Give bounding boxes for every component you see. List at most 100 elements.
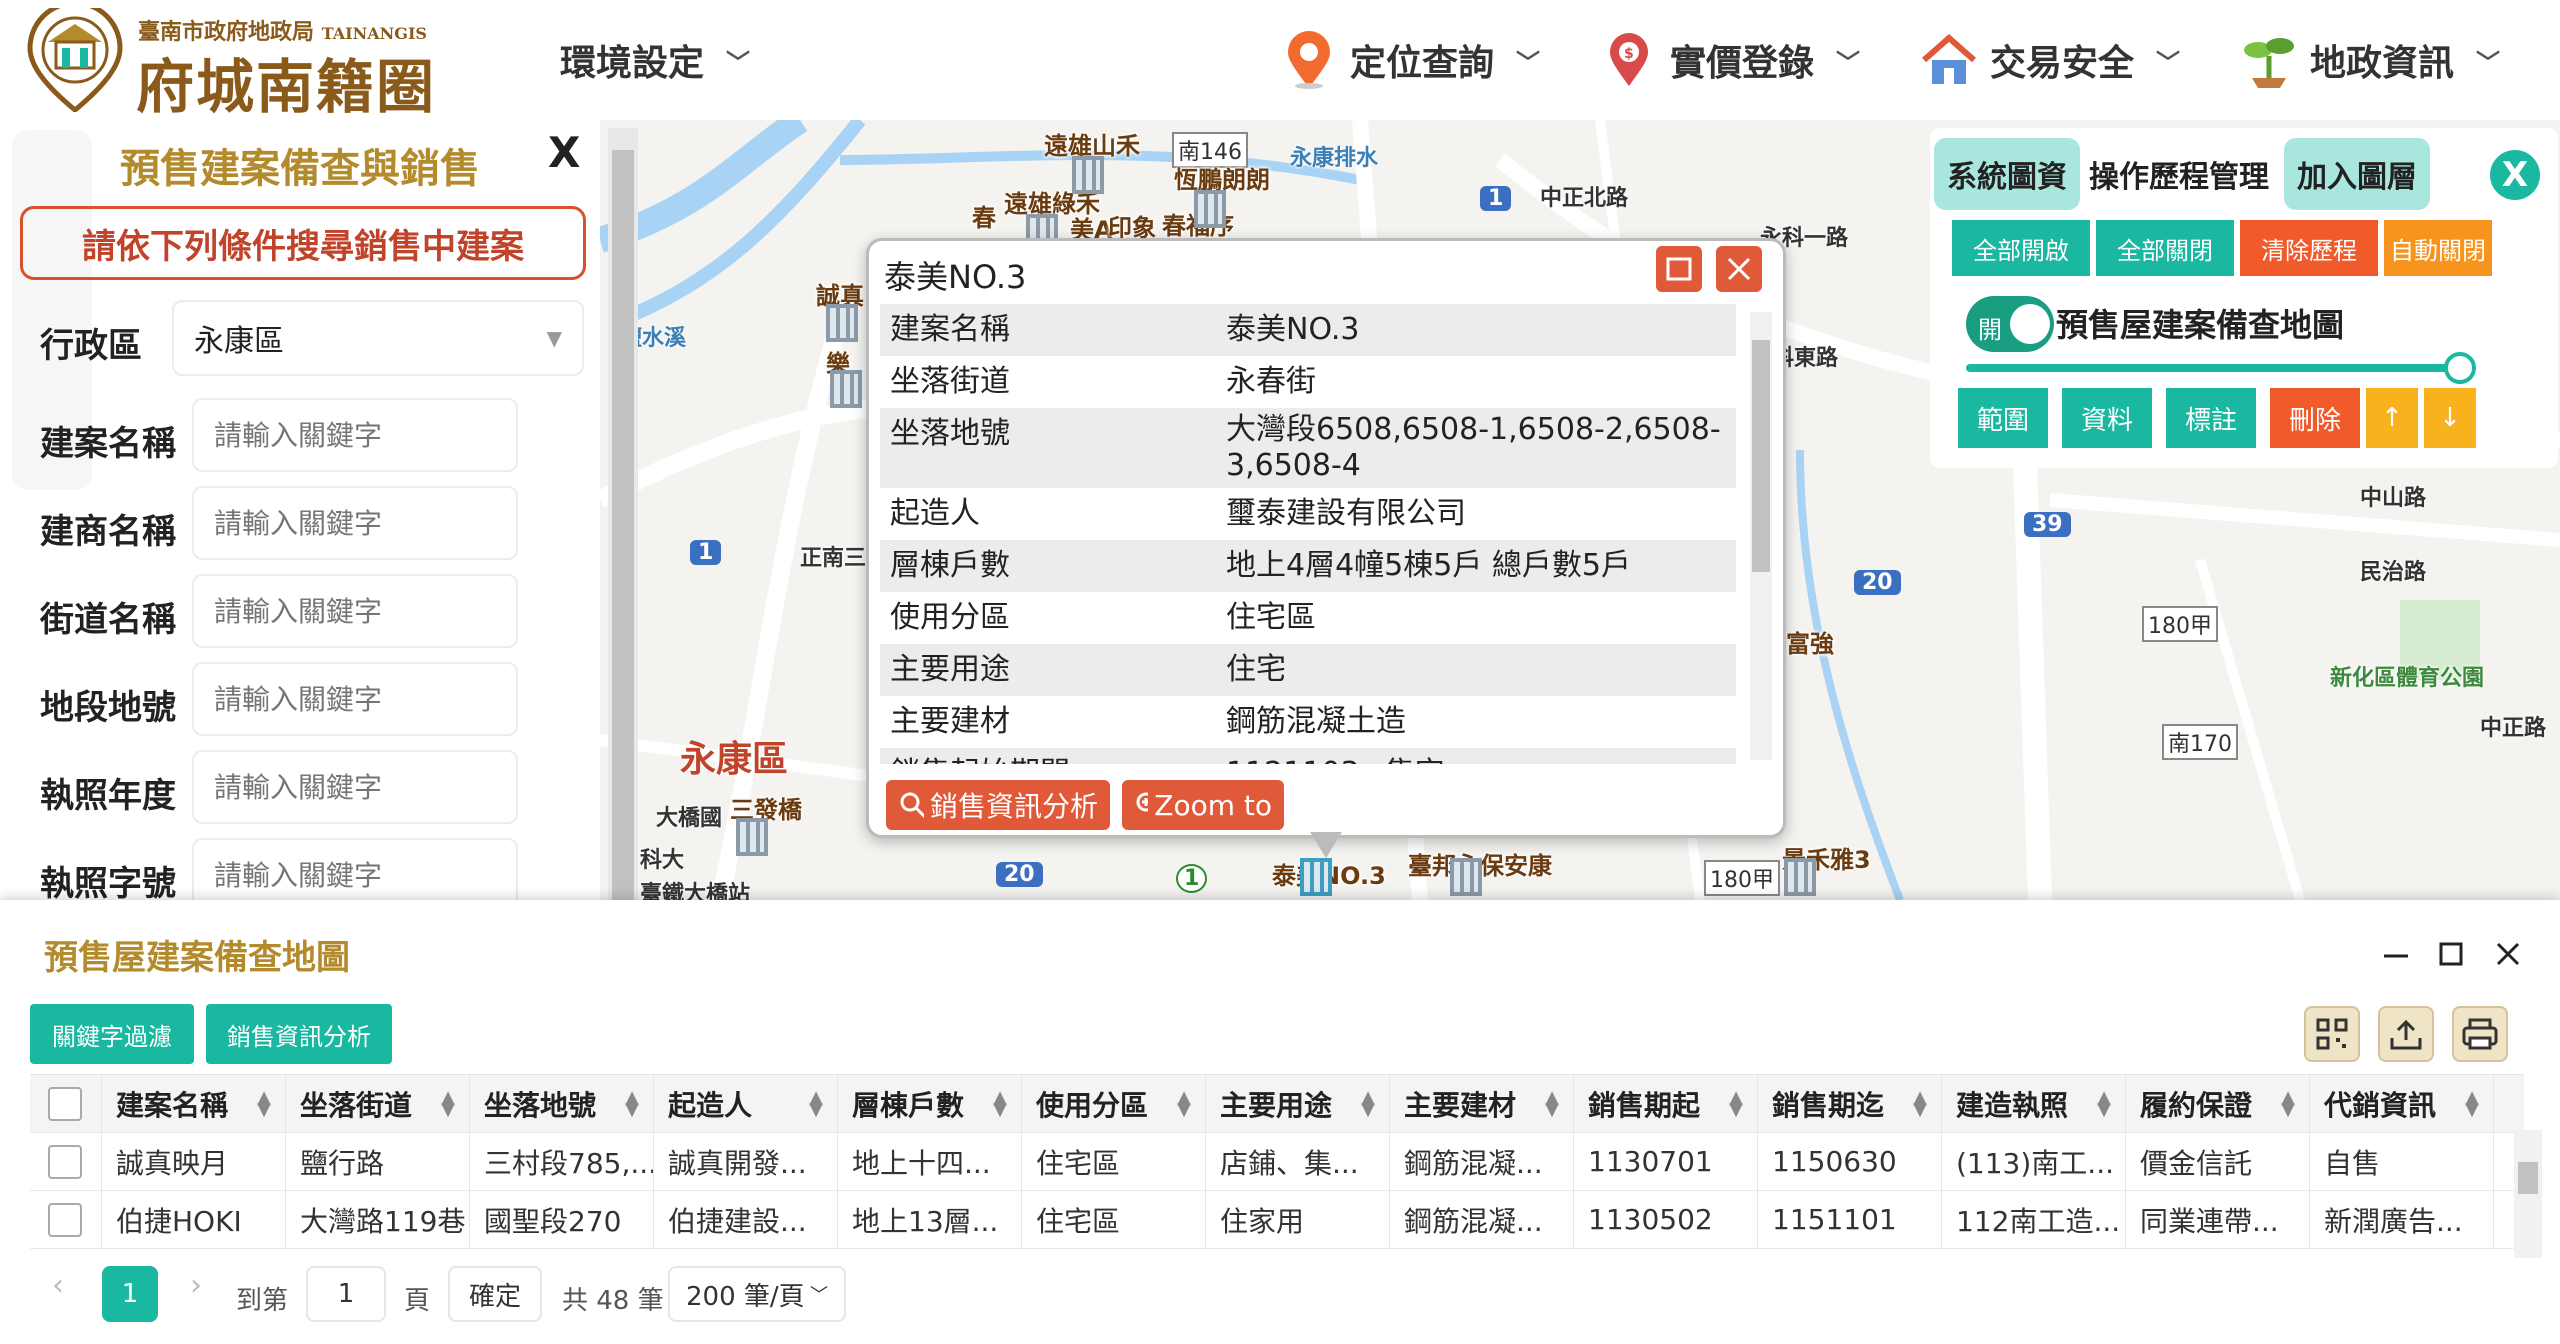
- page-size-select[interactable]: 200 筆/頁 ﹀: [668, 1266, 846, 1322]
- row-checkbox-cell[interactable]: [30, 1132, 102, 1191]
- sort-icon[interactable]: ▲ ▼: [625, 1088, 639, 1118]
- keyword-filter-button[interactable]: 關鍵字過濾: [30, 1004, 194, 1064]
- goto-confirm-button[interactable]: 確定: [448, 1266, 542, 1322]
- sales-analysis-button[interactable]: 銷售資訊分析: [206, 1004, 392, 1064]
- row-checkbox[interactable]: [48, 1202, 82, 1237]
- maximize-icon[interactable]: [2432, 934, 2472, 974]
- column-header[interactable]: 坐落街道 ▲ ▼: [286, 1074, 470, 1133]
- license-year-input[interactable]: [192, 750, 518, 824]
- column-header[interactable]: 使用分區 ▲ ▼: [1022, 1074, 1206, 1133]
- select-all-checkbox[interactable]: [48, 1086, 82, 1121]
- layer-extent-button[interactable]: 範圍: [1958, 388, 2048, 448]
- row-checkbox-cell[interactable]: [30, 1190, 102, 1249]
- export-button[interactable]: [2378, 1006, 2434, 1062]
- row-checkbox[interactable]: [48, 1144, 82, 1179]
- column-header[interactable]: 履約保證 ▲ ▼: [2126, 1074, 2310, 1133]
- sort-icon[interactable]: ▲ ▼: [1913, 1088, 1927, 1118]
- tab-add-layer[interactable]: 加入圖層: [2284, 138, 2430, 210]
- next-page-button[interactable]: ›: [190, 1268, 202, 1303]
- column-header[interactable]: 建案名稱 ▲ ▼: [102, 1074, 286, 1133]
- toggle-knob[interactable]: [2010, 304, 2050, 344]
- sort-icon[interactable]: ▲ ▼: [257, 1088, 271, 1118]
- popup-close-button[interactable]: [1716, 246, 1762, 292]
- sort-icon[interactable]: ▲ ▼: [2281, 1088, 2295, 1118]
- street-name-input[interactable]: [192, 574, 518, 648]
- building-marker-icon[interactable]: [1294, 854, 1338, 898]
- column-header[interactable]: 建造執照 ▲ ▼: [1942, 1074, 2126, 1133]
- column-header[interactable]: 起造人 ▲ ▼: [654, 1074, 838, 1133]
- search-panel-close-button[interactable]: X: [548, 128, 580, 177]
- tab-system-layers[interactable]: 系統圖資: [1934, 138, 2080, 210]
- column-header[interactable]: 坐落地號 ▲ ▼: [470, 1074, 654, 1133]
- building-marker-icon[interactable]: [820, 300, 864, 344]
- building-marker-icon[interactable]: [730, 814, 774, 858]
- building-marker-icon[interactable]: [1066, 152, 1110, 196]
- popup-zoom-to-button[interactable]: Zoom to: [1122, 780, 1284, 830]
- popup-sales-analysis-button[interactable]: 銷售資訊分析: [886, 780, 1110, 830]
- close-icon[interactable]: [2488, 934, 2528, 974]
- layer-delete-button[interactable]: 刪除: [2270, 388, 2360, 448]
- project-name-input[interactable]: [192, 398, 518, 472]
- clear-history-button[interactable]: 清除歷程: [2240, 220, 2378, 276]
- opacity-slider[interactable]: [1966, 364, 2464, 372]
- nav-environment[interactable]: 環境設定 ﹀: [560, 30, 750, 90]
- land-number-input[interactable]: [192, 662, 518, 736]
- nav-land-info[interactable]: 地政資訊 ﹀: [2240, 30, 2500, 90]
- scrollbar-thumb[interactable]: [612, 150, 634, 900]
- goto-page-input[interactable]: 1: [306, 1266, 386, 1322]
- building-marker-icon[interactable]: [1444, 854, 1488, 898]
- minimize-icon[interactable]: [2376, 934, 2416, 974]
- column-header[interactable]: 代銷資訊 ▲ ▼: [2310, 1074, 2494, 1133]
- column-header-label: 坐落地號: [484, 1088, 597, 1122]
- page-button-current[interactable]: 1: [102, 1266, 158, 1322]
- close-all-button[interactable]: 全部關閉: [2096, 220, 2234, 276]
- layer-move-up-button[interactable]: ↑: [2366, 388, 2418, 448]
- table-row[interactable]: 誠真映月 鹽行路 三村段785,... 誠真開發... 地上十四... 住宅區 …: [30, 1132, 2524, 1191]
- sort-icon[interactable]: ▲ ▼: [2097, 1088, 2111, 1118]
- building-label[interactable]: 春: [972, 198, 996, 233]
- tab-history[interactable]: 操作歷程管理: [2086, 138, 2272, 210]
- popup-zoom-to-label: Zoom to: [1154, 788, 1272, 822]
- attribute-key: 主要建材: [890, 704, 1010, 739]
- building-marker-icon[interactable]: [1188, 186, 1232, 230]
- select-all-checkbox-cell[interactable]: [30, 1074, 102, 1133]
- building-marker-icon[interactable]: [1778, 854, 1822, 898]
- layer-label-button[interactable]: 標註: [2166, 388, 2256, 448]
- scrollbar-thumb[interactable]: [1752, 340, 1770, 572]
- map-label-road: 中正路: [2480, 716, 2547, 741]
- opacity-slider-handle[interactable]: [2444, 352, 2476, 384]
- column-header[interactable]: 銷售期迄 ▲ ▼: [1758, 1074, 1942, 1133]
- sort-icon[interactable]: ▲ ▼: [993, 1088, 1007, 1118]
- auto-close-button[interactable]: 自動關閉: [2384, 220, 2492, 276]
- layer-move-down-button[interactable]: ↓: [2424, 388, 2476, 448]
- building-label[interactable]: 富強: [1786, 624, 1834, 659]
- builder-name-input[interactable]: [192, 486, 518, 560]
- sort-icon[interactable]: ▲ ▼: [809, 1088, 823, 1118]
- sort-icon[interactable]: ▲ ▼: [1361, 1088, 1375, 1118]
- column-header[interactable]: 主要建材 ▲ ▼: [1390, 1074, 1574, 1133]
- sort-icon[interactable]: ▲ ▼: [441, 1088, 455, 1118]
- qr-code-button[interactable]: [2304, 1006, 2360, 1062]
- sort-icon[interactable]: ▲ ▼: [1729, 1088, 1743, 1118]
- prev-page-button[interactable]: ‹: [52, 1268, 64, 1303]
- print-button[interactable]: [2452, 1006, 2508, 1062]
- nav-locate[interactable]: 定位查詢 ﹀: [1280, 30, 1540, 90]
- nav-price-registry[interactable]: $ 實價登錄 ﹀: [1600, 30, 1860, 90]
- column-header[interactable]: 主要用途 ▲ ▼: [1206, 1074, 1390, 1133]
- table-row[interactable]: 伯捷HOKI 大灣路119巷 國聖段270 伯捷建設... 地上13層... 住…: [30, 1190, 2524, 1249]
- column-header[interactable]: 層棟戶數 ▲ ▼: [838, 1074, 1022, 1133]
- layer-data-button[interactable]: 資料: [2062, 388, 2152, 448]
- building-marker-icon[interactable]: [824, 366, 868, 410]
- district-select[interactable]: 永康區 ▼: [172, 300, 584, 376]
- column-header[interactable]: 銷售期起 ▲ ▼: [1574, 1074, 1758, 1133]
- layer-panel-close-button[interactable]: X: [2490, 150, 2540, 200]
- export-icon: [2390, 1019, 2422, 1050]
- sort-icon[interactable]: ▲ ▼: [2465, 1088, 2479, 1118]
- popup-maximize-button[interactable]: [1656, 246, 1702, 292]
- open-all-button[interactable]: 全部開啟: [1952, 220, 2090, 276]
- table-scrollbar[interactable]: [2514, 1130, 2542, 1258]
- sort-icon[interactable]: ▲ ▼: [1177, 1088, 1191, 1118]
- scrollbar-thumb[interactable]: [2518, 1162, 2538, 1194]
- nav-trade-safety[interactable]: 交易安全 ﹀: [1920, 30, 2180, 90]
- sort-icon[interactable]: ▲ ▼: [1545, 1088, 1559, 1118]
